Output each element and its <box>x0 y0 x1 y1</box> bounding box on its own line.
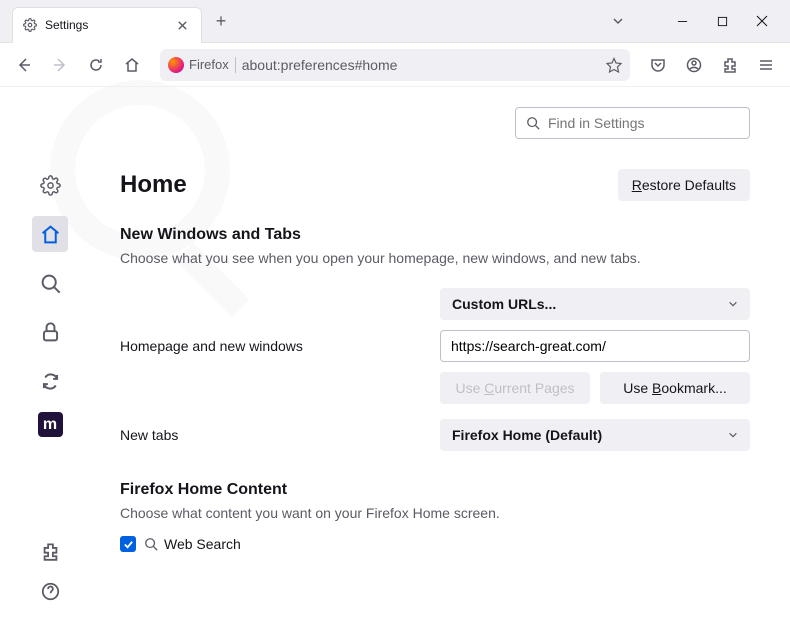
app-menu-button[interactable] <box>750 49 782 81</box>
new-tab-button[interactable]: + <box>206 6 236 36</box>
select-value: Firefox Home (Default) <box>452 427 602 443</box>
restore-defaults-button[interactable]: Restore Defaults <box>618 169 750 201</box>
urlbar-divider <box>235 57 236 73</box>
use-bookmark-button[interactable]: Use Bookmark... <box>600 372 750 404</box>
maximize-button[interactable] <box>702 6 742 36</box>
sidebar-item-extensions[interactable] <box>32 533 68 569</box>
sidebar-item-privacy[interactable] <box>32 314 68 350</box>
sidebar-item-sync[interactable] <box>32 363 68 399</box>
newtabs-select[interactable]: Firefox Home (Default) <box>440 419 750 451</box>
homepage-label: Homepage and new windows <box>120 338 440 354</box>
identity-label: Firefox <box>189 57 229 72</box>
close-icon[interactable] <box>173 16 191 34</box>
reload-button[interactable] <box>80 49 112 81</box>
browser-tab[interactable]: Settings <box>12 7 202 43</box>
firefox-logo-icon <box>168 57 184 73</box>
sidebar-item-home[interactable] <box>32 216 68 252</box>
gear-icon <box>23 18 37 32</box>
search-icon <box>526 116 540 130</box>
tab-title: Settings <box>45 18 173 32</box>
tabs-dropdown-button[interactable] <box>604 7 632 35</box>
extensions-button[interactable] <box>714 49 746 81</box>
chevron-down-icon <box>728 299 738 309</box>
forward-button[interactable] <box>44 49 76 81</box>
chevron-down-icon <box>728 430 738 440</box>
minimize-button[interactable] <box>662 6 702 36</box>
homepage-mode-select[interactable]: Custom URLs... <box>440 288 750 320</box>
find-input-field[interactable] <box>548 115 739 131</box>
use-current-pages-button[interactable]: Use Current Pages <box>440 372 590 404</box>
homepage-url-input[interactable] <box>440 330 750 362</box>
find-in-settings-input[interactable] <box>515 107 750 139</box>
sidebar-item-mozilla[interactable]: m <box>38 412 63 437</box>
web-search-label: Web Search <box>144 536 241 552</box>
section-desc-nwt: Choose what you see when you open your h… <box>120 250 750 266</box>
identity-box[interactable]: Firefox <box>168 57 229 73</box>
section-title-fhc: Firefox Home Content <box>120 481 750 499</box>
url-text: about:preferences#home <box>242 57 600 73</box>
bookmark-star-icon[interactable] <box>606 57 622 73</box>
check-icon <box>123 539 134 550</box>
close-window-button[interactable] <box>742 6 782 36</box>
pocket-button[interactable] <box>642 49 674 81</box>
account-button[interactable] <box>678 49 710 81</box>
section-title-nwt: New Windows and Tabs <box>120 226 750 244</box>
url-bar[interactable]: Firefox about:preferences#home <box>160 49 630 81</box>
newtabs-label: New tabs <box>120 427 440 443</box>
back-button[interactable] <box>8 49 40 81</box>
search-icon <box>144 537 158 551</box>
sidebar-item-search[interactable] <box>32 265 68 301</box>
home-button[interactable] <box>116 49 148 81</box>
sidebar-item-general[interactable] <box>32 167 68 203</box>
section-desc-fhc: Choose what content you want on your Fir… <box>120 505 750 521</box>
sidebar-item-help[interactable] <box>32 573 68 609</box>
page-title: Home <box>120 171 187 199</box>
select-value: Custom URLs... <box>452 296 556 312</box>
web-search-checkbox[interactable] <box>120 536 136 552</box>
